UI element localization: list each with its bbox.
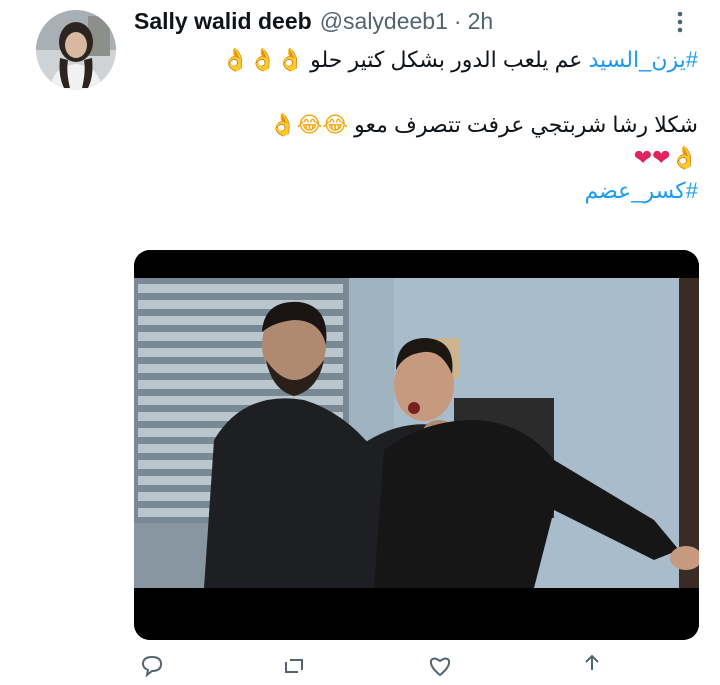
line-break [134,77,698,109]
avatar[interactable] [36,10,116,90]
hashtag-kasr-adm[interactable]: #كسر_عضم [584,178,698,203]
tweet-actions [134,652,694,682]
tweet-line-1-text: عم يلعب الدور بشكل كتير حلو [303,47,589,72]
like-icon[interactable] [426,652,454,685]
author-handle[interactable]: @salydeeb1 [320,8,448,35]
author-display-name[interactable]: Sally walid deeb [134,8,312,35]
video-still-image [134,250,699,640]
separator-dot: · [453,7,462,34]
tweet-line-2: شكلا رشا شربتجي عرفت تتصرف معو 😂😂👌 [134,109,698,142]
hashtag-yazan-alsayed[interactable]: #يزن_السيد [588,47,698,72]
avatar-photo [36,10,116,90]
reply-icon[interactable] [138,652,166,685]
ok-hand-emoji: 👌 [269,113,297,138]
share-icon[interactable] [578,652,606,685]
ok-hand-emoji: 👌👌👌 [221,48,304,73]
tweet-header: Sally walid deeb @salydeeb1 · 2h [134,6,694,36]
tweet-line-4: #كسر_عضم [134,175,698,207]
tweet-text: #يزن_السيد عم يلعب الدور بشكل كتير حلو 👌… [134,44,698,207]
red-heart-emoji: ❤❤ [633,146,671,171]
tears-of-joy-emoji: 😂😂 [296,113,349,138]
tweet-media[interactable] [134,250,699,640]
retweet-icon[interactable] [280,652,308,685]
tweet-time[interactable]: 2h [468,8,494,35]
more-options-icon[interactable] [666,8,694,36]
tweet-line-3: 👌❤❤ [134,142,698,175]
tweet-line-2-text: شكلا رشا شربتجي عرفت تتصرف معو [348,112,698,137]
ok-hand-emoji: 👌 [670,146,698,171]
tweet-line-1: #يزن_السيد عم يلعب الدور بشكل كتير حلو 👌… [134,44,698,77]
